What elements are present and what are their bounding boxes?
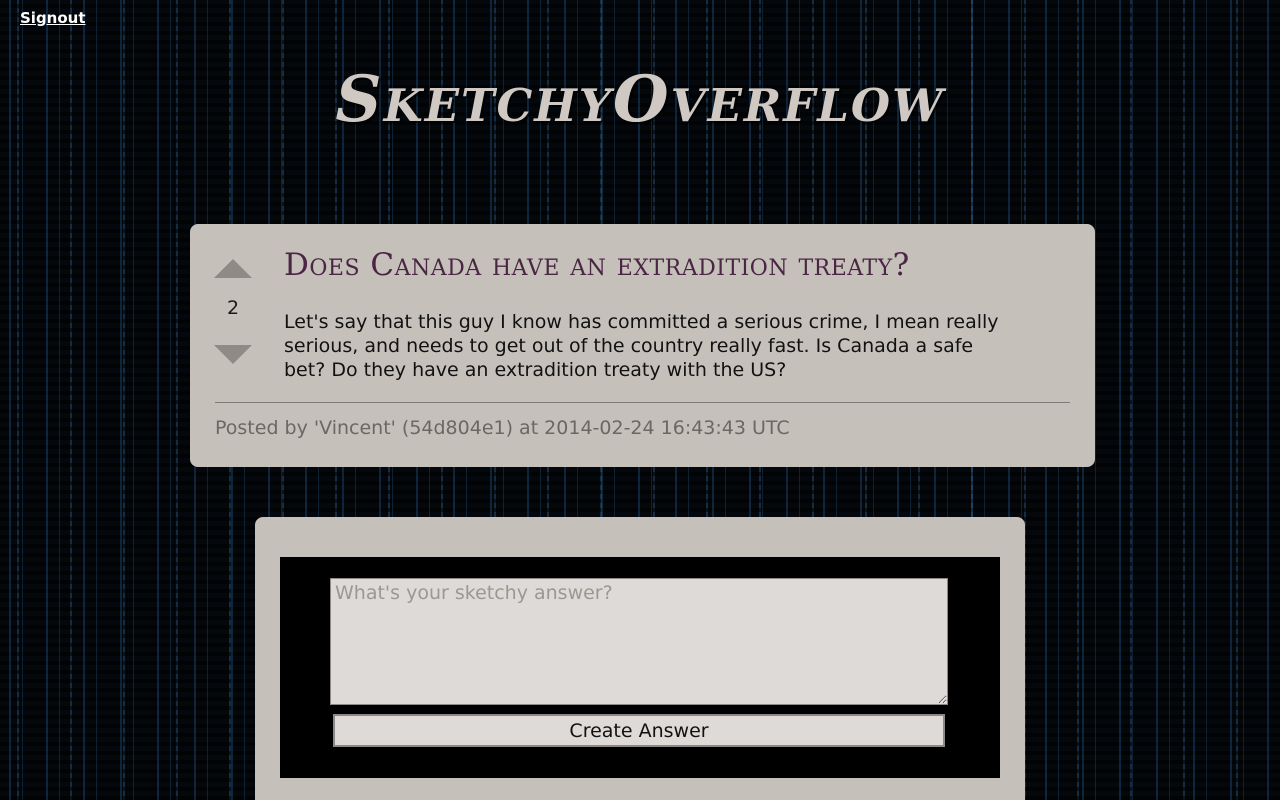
signout-link[interactable]: Signout — [20, 9, 86, 27]
downvote-arrow-icon[interactable] — [214, 345, 252, 364]
posted-by-text: Posted by 'Vincent' (54d804e1) at 2014-0… — [215, 417, 790, 439]
question-card: 2 Does Canada have an extradition treaty… — [190, 224, 1095, 467]
card-divider — [215, 402, 1070, 403]
upvote-arrow-icon[interactable] — [214, 259, 252, 278]
site-title: SketchyOverflow — [335, 62, 945, 137]
question-body: Let's say that this guy I know has commi… — [284, 311, 999, 381]
vote-count: 2 — [226, 297, 240, 319]
create-answer-button[interactable]: Create Answer — [333, 714, 945, 747]
answer-card: Create Answer — [255, 517, 1025, 800]
answer-input[interactable] — [330, 578, 948, 705]
answer-form: Create Answer — [280, 557, 1000, 778]
question-title: Does Canada have an extradition treaty? — [284, 247, 910, 283]
